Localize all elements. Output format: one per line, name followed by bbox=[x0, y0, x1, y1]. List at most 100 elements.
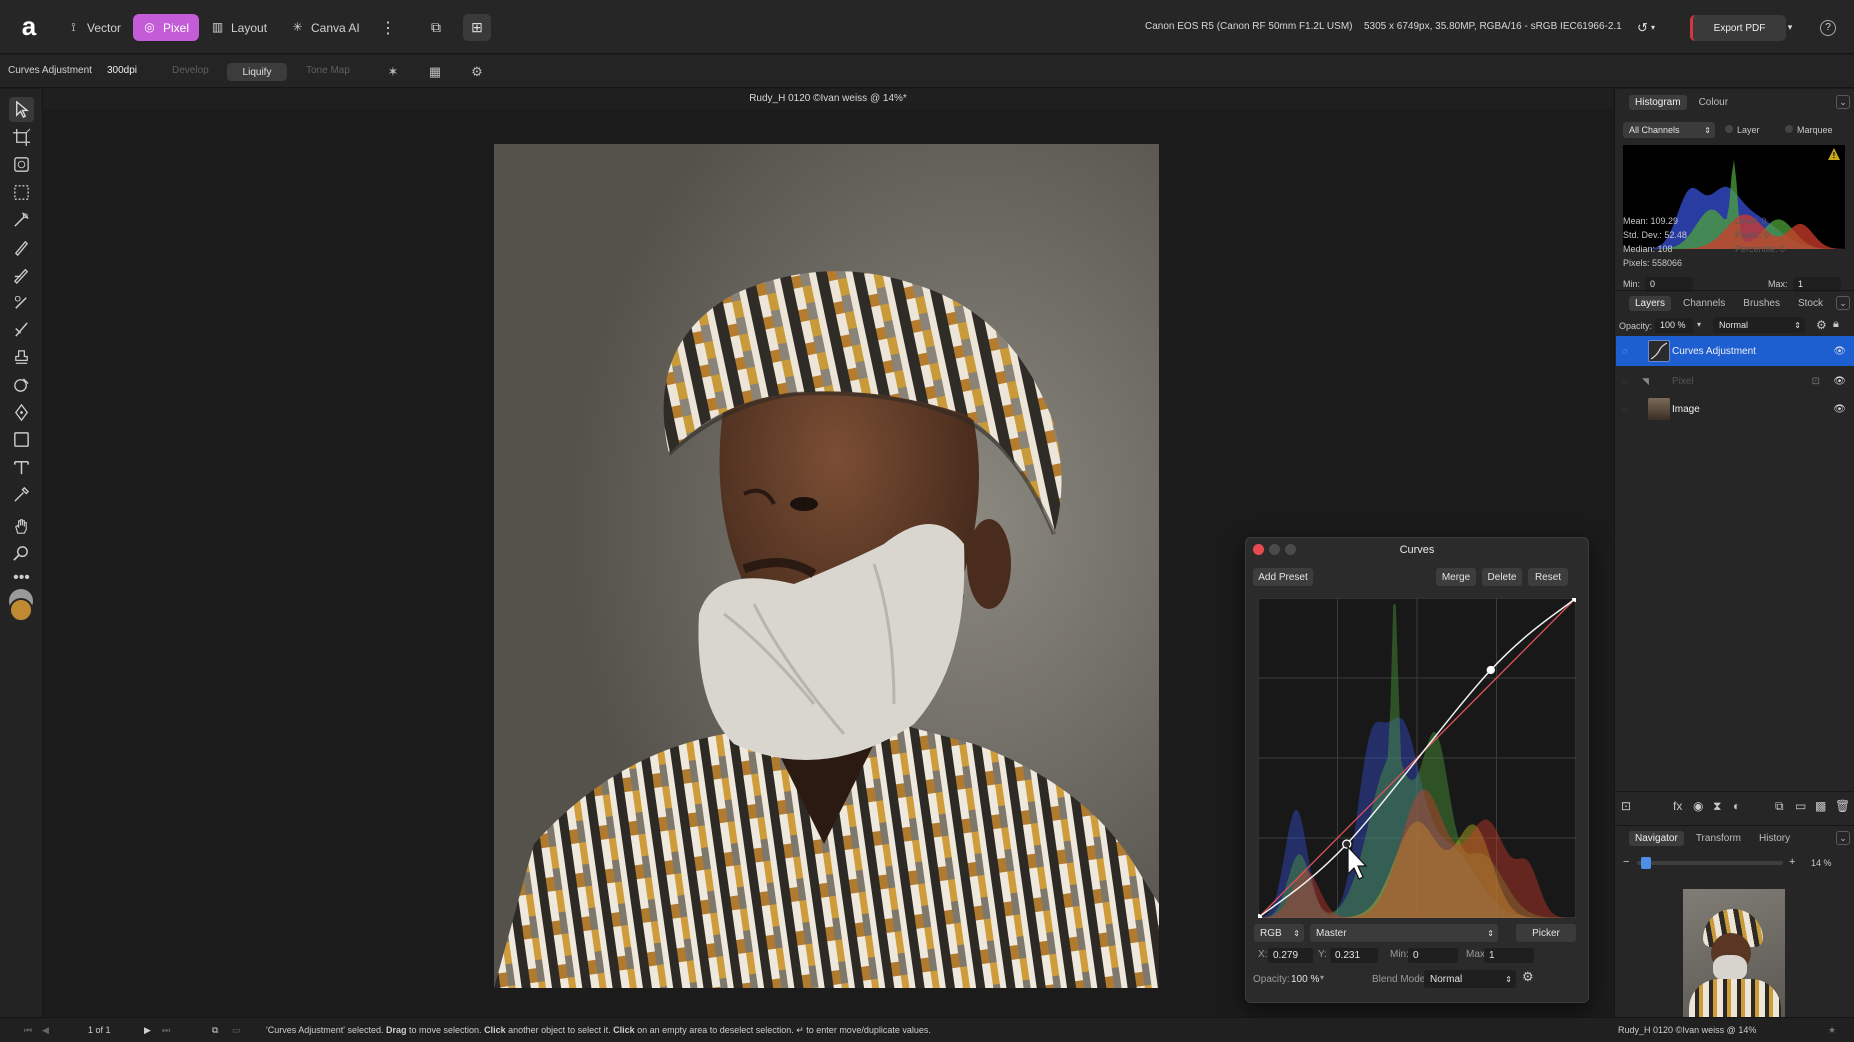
close-window-icon[interactable] bbox=[1253, 544, 1264, 555]
pen-tool-icon[interactable] bbox=[9, 400, 34, 425]
more-menu-icon[interactable]: ⋮ bbox=[374, 14, 402, 41]
marquee-tool-icon[interactable] bbox=[9, 180, 34, 205]
spread-view-icon[interactable]: ⧉ bbox=[212, 1025, 218, 1036]
last-page-icon[interactable]: ⏭ bbox=[162, 1025, 170, 1036]
portrait-photo[interactable] bbox=[494, 144, 1159, 988]
help-button[interactable]: ? bbox=[1814, 14, 1842, 41]
selection-brush-icon[interactable] bbox=[9, 207, 34, 232]
opacity-dropdown-icon[interactable]: ▾ bbox=[1320, 973, 1324, 982]
layer-eye-icon[interactable]: 👁︎ bbox=[1833, 346, 1846, 357]
layer-row-curves[interactable]: ◌ Curves Adjustment 👁︎ bbox=[1616, 336, 1854, 366]
layer-opacity-field[interactable]: 100 % bbox=[1655, 318, 1693, 333]
pixel-brush-icon[interactable] bbox=[9, 262, 34, 287]
layer-radio[interactable]: Layer bbox=[1725, 125, 1760, 135]
max-value-field[interactable]: 1 bbox=[1484, 948, 1534, 963]
layer-mask-icon[interactable]: ⊡ bbox=[1812, 376, 1820, 387]
app-logo[interactable]: a bbox=[14, 11, 44, 41]
layer-options-icon[interactable]: ⊡ bbox=[1621, 799, 1631, 813]
add-fx-icon[interactable]: fx bbox=[1673, 799, 1682, 813]
tab-stock[interactable]: Stock bbox=[1792, 296, 1829, 311]
zoom-out-icon[interactable]: − bbox=[1623, 856, 1629, 868]
object-select-icon[interactable] bbox=[9, 152, 34, 177]
curve-point[interactable] bbox=[1486, 665, 1495, 675]
add-group-icon[interactable]: ▭ bbox=[1795, 799, 1806, 813]
settings-gear-icon[interactable]: ⚙ bbox=[467, 62, 487, 82]
layer-eye-icon[interactable]: 👁︎ bbox=[1833, 404, 1846, 415]
star-icon[interactable]: ★ bbox=[1828, 1025, 1836, 1036]
layer-settings-gear-icon[interactable]: ⚙ bbox=[1816, 318, 1827, 332]
picker-button[interactable]: Picker bbox=[1516, 924, 1576, 942]
colour-space-select[interactable]: RGB ⇕ bbox=[1254, 924, 1304, 942]
export-dropdown-icon[interactable]: ▾ bbox=[1776, 14, 1804, 41]
persona-layout[interactable]: ▥ Layout bbox=[201, 14, 277, 41]
add-pixel-layer-icon[interactable]: ⧉ bbox=[1775, 799, 1784, 814]
add-mask-icon[interactable]: ◉ bbox=[1693, 799, 1703, 813]
page-view-icon[interactable]: ▭ bbox=[232, 1025, 241, 1036]
add-fill-layer-icon[interactable]: ▩ bbox=[1815, 799, 1826, 813]
blend-settings-gear-icon[interactable]: ⚙ bbox=[1522, 969, 1534, 985]
tab-channels[interactable]: Channels bbox=[1677, 296, 1731, 311]
grid-icon[interactable]: ▦ bbox=[425, 62, 445, 82]
zoom-in-icon[interactable]: + bbox=[1789, 856, 1795, 868]
text-tool-icon[interactable] bbox=[9, 455, 34, 480]
tab-histogram[interactable]: Histogram bbox=[1629, 94, 1687, 110]
zoom-value[interactable]: 14 % bbox=[1811, 858, 1832, 868]
marquee-radio[interactable]: Marquee bbox=[1785, 125, 1833, 135]
dodge-burn-icon[interactable] bbox=[9, 317, 34, 342]
crop-tool-icon[interactable] bbox=[9, 125, 34, 150]
min-value-field[interactable]: 0 bbox=[1408, 948, 1458, 963]
layer-visibility-dot-icon[interactable]: ◌ bbox=[1622, 376, 1627, 386]
layer-visibility-dot-icon[interactable]: ◌ bbox=[1622, 346, 1627, 356]
tab-transform[interactable]: Transform bbox=[1690, 831, 1747, 846]
reset-button[interactable]: Reset bbox=[1528, 568, 1568, 586]
clone-stamp-icon[interactable] bbox=[9, 345, 34, 370]
minimize-window-icon[interactable] bbox=[1269, 544, 1280, 555]
grid-view-icon[interactable]: ⊞ bbox=[463, 14, 491, 41]
snapping-icon[interactable]: ⧉ bbox=[422, 14, 450, 41]
collapse-chevron-icon[interactable]: ⌄ bbox=[1836, 95, 1850, 109]
persona-pixel[interactable]: ◎ Pixel bbox=[133, 14, 200, 41]
dpi-value[interactable]: 300dpi bbox=[107, 65, 137, 76]
develop-button[interactable]: Develop bbox=[172, 65, 209, 76]
curves-title[interactable]: Curves bbox=[1246, 538, 1588, 562]
collapse-chevron-icon[interactable]: ⌄ bbox=[1836, 831, 1850, 845]
undo-history-icon[interactable]: ↺ ▾ bbox=[1632, 14, 1660, 41]
opacity-dropdown-icon[interactable]: ▾ bbox=[1697, 320, 1701, 329]
tab-layers[interactable]: Layers bbox=[1629, 296, 1672, 311]
y-value-field[interactable]: 0.231 bbox=[1330, 948, 1378, 963]
zoom-slider[interactable] bbox=[1637, 857, 1783, 869]
navigator-preview[interactable] bbox=[1683, 889, 1785, 1017]
layer-blend-select[interactable]: Normal ⇕ bbox=[1713, 317, 1805, 333]
blend-mode-select[interactable]: Normal ⇕ bbox=[1424, 970, 1516, 988]
primary-color-swatch[interactable] bbox=[9, 598, 33, 622]
add-preset-button[interactable]: Add Preset bbox=[1253, 568, 1313, 586]
healing-brush-icon[interactable] bbox=[9, 290, 34, 315]
x-value-field[interactable]: 0.279 bbox=[1268, 948, 1313, 963]
next-page-icon[interactable]: ▶ bbox=[144, 1025, 151, 1036]
delete-layer-icon[interactable]: 🗑︎ bbox=[1835, 799, 1850, 813]
shape-tool-icon[interactable] bbox=[9, 427, 34, 452]
layer-visibility-dot-icon[interactable]: ◌ bbox=[1622, 404, 1627, 414]
export-pdf-button[interactable]: Export PDF bbox=[1690, 15, 1786, 41]
auto-adjust-icon[interactable]: ✶ bbox=[383, 62, 403, 82]
persona-canva-ai[interactable]: ✳ Canva AI bbox=[281, 14, 370, 41]
more-tools-icon[interactable]: ••• bbox=[9, 565, 34, 590]
zoom-tool-icon[interactable] bbox=[9, 541, 34, 566]
tone-map-button[interactable]: Tone Map bbox=[306, 65, 350, 76]
tab-history[interactable]: History bbox=[1753, 831, 1796, 846]
hand-tool-icon[interactable] bbox=[9, 514, 34, 539]
tab-brushes[interactable]: Brushes bbox=[1737, 296, 1786, 311]
paint-brush-icon[interactable] bbox=[9, 235, 34, 260]
layer-eye-icon[interactable]: 👁︎ bbox=[1833, 376, 1846, 387]
collapse-chevron-icon[interactable]: ⌄ bbox=[1836, 296, 1850, 310]
add-live-filter-icon[interactable]: ◐ bbox=[1733, 799, 1740, 813]
first-page-icon[interactable]: ⏮ bbox=[24, 1025, 32, 1036]
maximize-window-icon[interactable] bbox=[1285, 544, 1296, 555]
histogram-channel-select[interactable]: All Channels ⇕ bbox=[1623, 122, 1715, 138]
color-picker-icon[interactable] bbox=[9, 482, 34, 507]
liquify-button[interactable]: Liquify bbox=[227, 63, 287, 81]
flood-fill-icon[interactable] bbox=[9, 372, 34, 397]
previous-page-icon[interactable]: ◀ bbox=[42, 1025, 49, 1036]
tab-colour[interactable]: Colour bbox=[1693, 95, 1734, 110]
persona-vector[interactable]: ⟟ Vector bbox=[57, 14, 131, 41]
